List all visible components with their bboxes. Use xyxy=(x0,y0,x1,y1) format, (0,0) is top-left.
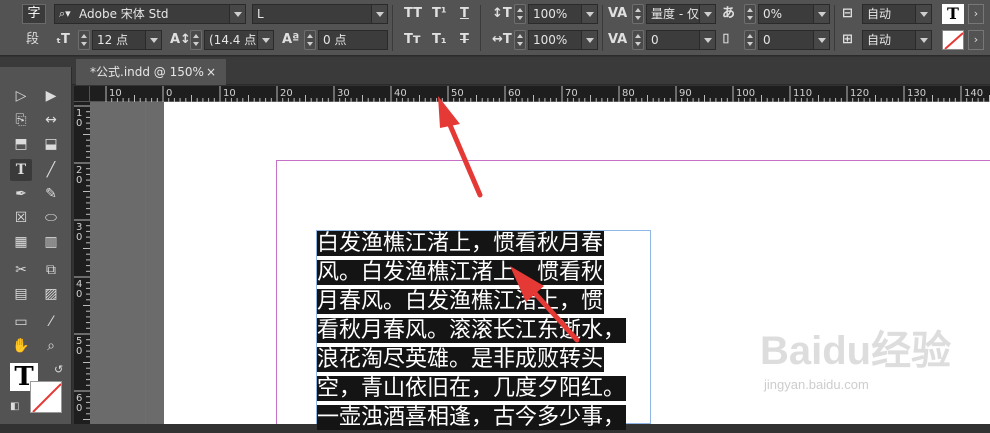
arrow-to-ruler xyxy=(438,96,483,198)
arrow-to-text xyxy=(510,266,580,343)
annotation-arrows xyxy=(438,96,580,343)
